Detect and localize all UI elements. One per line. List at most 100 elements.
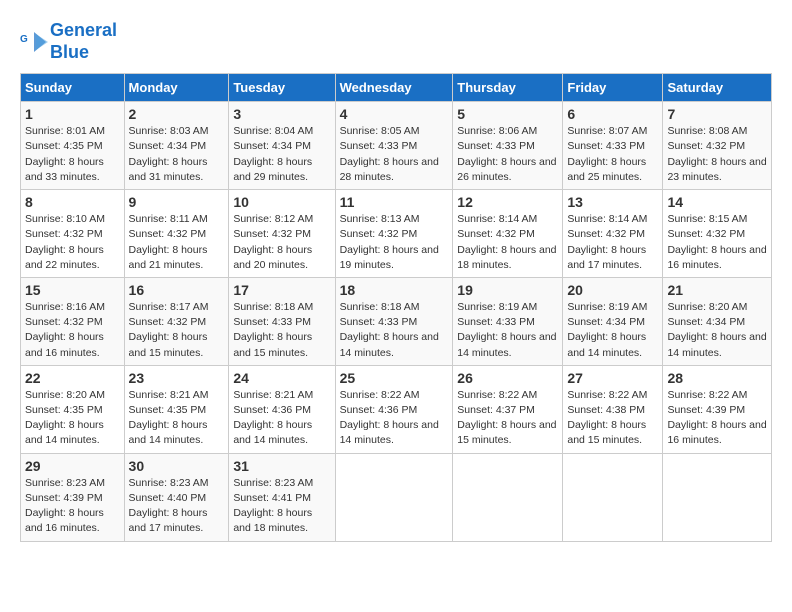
calendar-cell: 5 Sunrise: 8:06 AMSunset: 4:33 PMDayligh…	[453, 102, 563, 190]
day-info: Sunrise: 8:01 AMSunset: 4:35 PMDaylight:…	[25, 125, 105, 183]
day-header-thursday: Thursday	[453, 74, 563, 102]
day-number: 21	[667, 282, 767, 298]
day-number: 12	[457, 194, 558, 210]
day-info: Sunrise: 8:11 AMSunset: 4:32 PMDaylight:…	[129, 213, 208, 271]
calendar-cell: 23 Sunrise: 8:21 AMSunset: 4:35 PMDaylig…	[124, 365, 229, 453]
calendar-cell: 21 Sunrise: 8:20 AMSunset: 4:34 PMDaylig…	[663, 277, 772, 365]
calendar-week-3: 15 Sunrise: 8:16 AMSunset: 4:32 PMDaylig…	[21, 277, 772, 365]
day-info: Sunrise: 8:20 AMSunset: 4:34 PMDaylight:…	[667, 301, 766, 359]
day-number: 22	[25, 370, 120, 386]
calendar-cell	[663, 453, 772, 541]
calendar-cell: 29 Sunrise: 8:23 AMSunset: 4:39 PMDaylig…	[21, 453, 125, 541]
day-number: 14	[667, 194, 767, 210]
calendar-cell: 27 Sunrise: 8:22 AMSunset: 4:38 PMDaylig…	[563, 365, 663, 453]
day-number: 1	[25, 106, 120, 122]
logo-icon: G	[20, 28, 48, 56]
calendar-week-4: 22 Sunrise: 8:20 AMSunset: 4:35 PMDaylig…	[21, 365, 772, 453]
day-info: Sunrise: 8:23 AMSunset: 4:41 PMDaylight:…	[233, 477, 313, 535]
calendar-cell: 11 Sunrise: 8:13 AMSunset: 4:32 PMDaylig…	[335, 190, 453, 278]
calendar-cell: 20 Sunrise: 8:19 AMSunset: 4:34 PMDaylig…	[563, 277, 663, 365]
day-number: 30	[129, 458, 225, 474]
day-info: Sunrise: 8:18 AMSunset: 4:33 PMDaylight:…	[233, 301, 313, 359]
calendar-table: SundayMondayTuesdayWednesdayThursdayFrid…	[20, 73, 772, 541]
day-info: Sunrise: 8:16 AMSunset: 4:32 PMDaylight:…	[25, 301, 105, 359]
day-header-tuesday: Tuesday	[229, 74, 335, 102]
day-info: Sunrise: 8:08 AMSunset: 4:32 PMDaylight:…	[667, 125, 766, 183]
day-info: Sunrise: 8:06 AMSunset: 4:33 PMDaylight:…	[457, 125, 556, 183]
calendar-cell: 17 Sunrise: 8:18 AMSunset: 4:33 PMDaylig…	[229, 277, 335, 365]
day-number: 17	[233, 282, 330, 298]
calendar-week-2: 8 Sunrise: 8:10 AMSunset: 4:32 PMDayligh…	[21, 190, 772, 278]
day-info: Sunrise: 8:15 AMSunset: 4:32 PMDaylight:…	[667, 213, 766, 271]
calendar-cell: 15 Sunrise: 8:16 AMSunset: 4:32 PMDaylig…	[21, 277, 125, 365]
day-header-friday: Friday	[563, 74, 663, 102]
day-number: 25	[340, 370, 449, 386]
day-info: Sunrise: 8:22 AMSunset: 4:39 PMDaylight:…	[667, 389, 766, 447]
day-info: Sunrise: 8:22 AMSunset: 4:36 PMDaylight:…	[340, 389, 439, 447]
svg-text:G: G	[20, 34, 28, 45]
calendar-cell: 1 Sunrise: 8:01 AMSunset: 4:35 PMDayligh…	[21, 102, 125, 190]
calendar-cell: 31 Sunrise: 8:23 AMSunset: 4:41 PMDaylig…	[229, 453, 335, 541]
calendar-cell: 24 Sunrise: 8:21 AMSunset: 4:36 PMDaylig…	[229, 365, 335, 453]
day-info: Sunrise: 8:12 AMSunset: 4:32 PMDaylight:…	[233, 213, 313, 271]
day-info: Sunrise: 8:04 AMSunset: 4:34 PMDaylight:…	[233, 125, 313, 183]
day-number: 29	[25, 458, 120, 474]
calendar-cell: 13 Sunrise: 8:14 AMSunset: 4:32 PMDaylig…	[563, 190, 663, 278]
logo-line2: Blue	[50, 42, 117, 64]
day-info: Sunrise: 8:10 AMSunset: 4:32 PMDaylight:…	[25, 213, 105, 271]
calendar-cell: 9 Sunrise: 8:11 AMSunset: 4:32 PMDayligh…	[124, 190, 229, 278]
day-header-wednesday: Wednesday	[335, 74, 453, 102]
calendar-cell: 8 Sunrise: 8:10 AMSunset: 4:32 PMDayligh…	[21, 190, 125, 278]
calendar-cell: 22 Sunrise: 8:20 AMSunset: 4:35 PMDaylig…	[21, 365, 125, 453]
day-number: 15	[25, 282, 120, 298]
calendar-cell: 7 Sunrise: 8:08 AMSunset: 4:32 PMDayligh…	[663, 102, 772, 190]
calendar-cell: 25 Sunrise: 8:22 AMSunset: 4:36 PMDaylig…	[335, 365, 453, 453]
day-info: Sunrise: 8:21 AMSunset: 4:36 PMDaylight:…	[233, 389, 313, 447]
calendar-cell: 26 Sunrise: 8:22 AMSunset: 4:37 PMDaylig…	[453, 365, 563, 453]
calendar-cell: 12 Sunrise: 8:14 AMSunset: 4:32 PMDaylig…	[453, 190, 563, 278]
calendar-cell: 19 Sunrise: 8:19 AMSunset: 4:33 PMDaylig…	[453, 277, 563, 365]
day-header-monday: Monday	[124, 74, 229, 102]
day-info: Sunrise: 8:14 AMSunset: 4:32 PMDaylight:…	[457, 213, 556, 271]
day-info: Sunrise: 8:19 AMSunset: 4:33 PMDaylight:…	[457, 301, 556, 359]
day-number: 4	[340, 106, 449, 122]
day-number: 19	[457, 282, 558, 298]
day-number: 6	[567, 106, 658, 122]
day-info: Sunrise: 8:17 AMSunset: 4:32 PMDaylight:…	[129, 301, 209, 359]
day-number: 16	[129, 282, 225, 298]
calendar-cell: 14 Sunrise: 8:15 AMSunset: 4:32 PMDaylig…	[663, 190, 772, 278]
day-number: 27	[567, 370, 658, 386]
day-number: 3	[233, 106, 330, 122]
day-number: 5	[457, 106, 558, 122]
calendar-cell: 10 Sunrise: 8:12 AMSunset: 4:32 PMDaylig…	[229, 190, 335, 278]
calendar-cell	[563, 453, 663, 541]
calendar-week-5: 29 Sunrise: 8:23 AMSunset: 4:39 PMDaylig…	[21, 453, 772, 541]
day-number: 24	[233, 370, 330, 386]
day-info: Sunrise: 8:23 AMSunset: 4:39 PMDaylight:…	[25, 477, 105, 535]
page-header: G General Blue	[20, 20, 772, 63]
calendar-cell: 4 Sunrise: 8:05 AMSunset: 4:33 PMDayligh…	[335, 102, 453, 190]
calendar-cell: 28 Sunrise: 8:22 AMSunset: 4:39 PMDaylig…	[663, 365, 772, 453]
day-number: 23	[129, 370, 225, 386]
day-number: 28	[667, 370, 767, 386]
day-number: 10	[233, 194, 330, 210]
calendar-body: 1 Sunrise: 8:01 AMSunset: 4:35 PMDayligh…	[21, 102, 772, 541]
day-number: 18	[340, 282, 449, 298]
calendar-cell: 6 Sunrise: 8:07 AMSunset: 4:33 PMDayligh…	[563, 102, 663, 190]
day-info: Sunrise: 8:19 AMSunset: 4:34 PMDaylight:…	[567, 301, 647, 359]
calendar-cell: 30 Sunrise: 8:23 AMSunset: 4:40 PMDaylig…	[124, 453, 229, 541]
calendar-cell	[453, 453, 563, 541]
calendar-cell: 3 Sunrise: 8:04 AMSunset: 4:34 PMDayligh…	[229, 102, 335, 190]
day-info: Sunrise: 8:22 AMSunset: 4:37 PMDaylight:…	[457, 389, 556, 447]
day-info: Sunrise: 8:18 AMSunset: 4:33 PMDaylight:…	[340, 301, 439, 359]
day-info: Sunrise: 8:14 AMSunset: 4:32 PMDaylight:…	[567, 213, 647, 271]
day-number: 20	[567, 282, 658, 298]
calendar-cell: 18 Sunrise: 8:18 AMSunset: 4:33 PMDaylig…	[335, 277, 453, 365]
day-info: Sunrise: 8:20 AMSunset: 4:35 PMDaylight:…	[25, 389, 105, 447]
logo: G General Blue	[20, 20, 117, 63]
calendar-cell	[335, 453, 453, 541]
day-number: 26	[457, 370, 558, 386]
calendar-header: SundayMondayTuesdayWednesdayThursdayFrid…	[21, 74, 772, 102]
calendar-cell: 2 Sunrise: 8:03 AMSunset: 4:34 PMDayligh…	[124, 102, 229, 190]
day-info: Sunrise: 8:22 AMSunset: 4:38 PMDaylight:…	[567, 389, 647, 447]
